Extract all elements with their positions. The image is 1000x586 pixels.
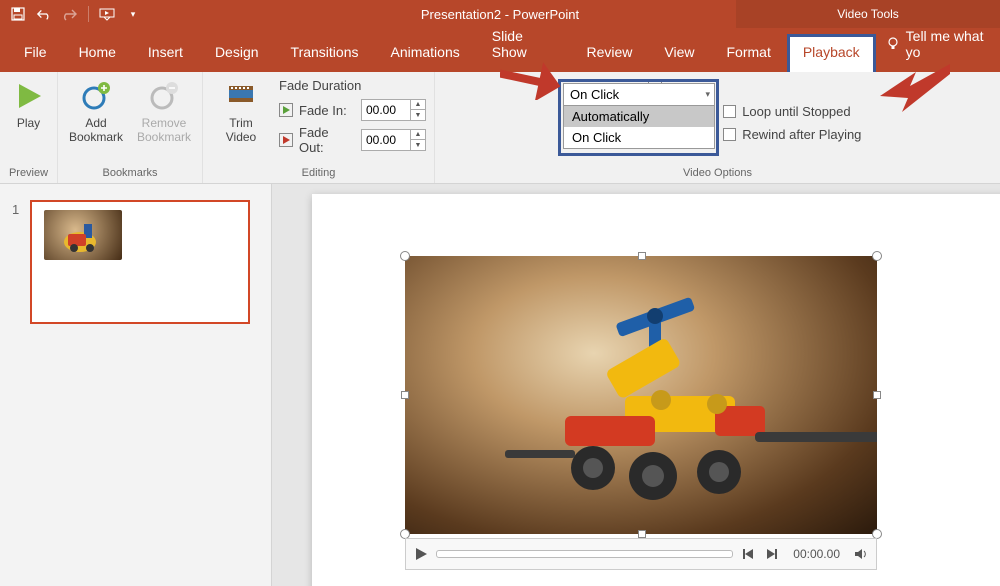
tab-insert[interactable]: Insert bbox=[132, 34, 199, 72]
add-bookmark-button[interactable]: Add Bookmark bbox=[66, 76, 126, 144]
fade-in-play-icon bbox=[279, 103, 293, 117]
tab-home[interactable]: Home bbox=[63, 34, 132, 72]
fade-duration-label: Fade Duration bbox=[279, 78, 361, 93]
fade-out-value[interactable] bbox=[362, 131, 410, 149]
fade-out-play-icon bbox=[279, 133, 293, 147]
group-bookmarks: Add Bookmark Remove Bookmark Bookmarks bbox=[58, 72, 203, 183]
spinner-up-icon[interactable]: ▲ bbox=[411, 100, 425, 110]
play-icon bbox=[13, 80, 45, 112]
spinner-up-icon[interactable]: ▲ bbox=[411, 130, 425, 140]
contextual-tab-header: Video Tools bbox=[736, 0, 1000, 28]
ribbon-tab-strip: File Home Insert Design Transitions Anim… bbox=[0, 28, 1000, 72]
save-icon[interactable] bbox=[10, 6, 26, 22]
group-preview: Play Preview bbox=[0, 72, 58, 183]
video-time: 00:00.00 bbox=[793, 547, 840, 561]
tell-me-label: Tell me what yo bbox=[906, 28, 990, 60]
fade-in-spinner[interactable]: ▲▼ bbox=[361, 99, 426, 121]
start-option-onclick[interactable]: On Click bbox=[564, 127, 714, 148]
tab-format[interactable]: Format bbox=[711, 34, 787, 72]
start-dropdown[interactable]: On Click Automatically On Click bbox=[563, 83, 715, 149]
selection-handle[interactable] bbox=[401, 391, 409, 399]
tab-slideshow[interactable]: Slide Show bbox=[476, 18, 571, 72]
tab-transitions[interactable]: Transitions bbox=[275, 34, 375, 72]
qat-more-icon[interactable]: ▾ bbox=[125, 6, 141, 22]
tell-me-search[interactable]: Tell me what yo bbox=[876, 28, 1000, 72]
slideshow-from-start-icon[interactable] bbox=[99, 6, 115, 22]
loop-until-stopped-checkbox[interactable]: Loop until Stopped bbox=[723, 104, 861, 119]
workspace: 1 bbox=[0, 184, 1000, 586]
video-play-bar[interactable]: 00:00.00 bbox=[405, 538, 877, 570]
quick-access-toolbar: ▾ bbox=[0, 6, 141, 22]
selection-handle[interactable] bbox=[872, 251, 882, 261]
video-progress-track[interactable] bbox=[436, 550, 733, 558]
tab-design[interactable]: Design bbox=[199, 34, 275, 72]
rewind-after-playing-checkbox[interactable]: Rewind after Playing bbox=[723, 127, 861, 142]
add-bookmark-icon bbox=[80, 80, 112, 112]
spinner-down-icon[interactable]: ▼ bbox=[411, 110, 425, 120]
trim-video-button[interactable]: Trim Video bbox=[211, 76, 271, 144]
play-button-icon[interactable] bbox=[412, 545, 430, 563]
start-dropdown-value[interactable]: On Click bbox=[564, 84, 714, 106]
fade-out-spinner[interactable]: ▲▼ bbox=[361, 129, 426, 151]
thumbnail-video-preview bbox=[44, 210, 122, 260]
group-editing: Trim Video Fade Duration Fade In: ▲▼ Fad… bbox=[203, 72, 435, 183]
remove-bookmark-button: Remove Bookmark bbox=[134, 76, 194, 144]
selection-handle[interactable] bbox=[400, 251, 410, 261]
start-option-automatically[interactable]: Automatically bbox=[564, 106, 714, 127]
tab-file[interactable]: File bbox=[8, 34, 63, 72]
remove-bookmark-icon bbox=[148, 80, 180, 112]
thumbnail-number: 1 bbox=[12, 202, 19, 217]
fade-in-label: Fade In: bbox=[299, 103, 355, 118]
redo-icon[interactable] bbox=[62, 6, 78, 22]
slide-canvas[interactable]: 00:00.00 bbox=[272, 184, 1000, 586]
group-video-options: Volume ▼ Start: Play F Hide W bbox=[435, 72, 1000, 183]
tab-view[interactable]: View bbox=[648, 34, 710, 72]
trim-video-icon bbox=[225, 80, 257, 112]
lightbulb-icon bbox=[886, 37, 900, 51]
checkbox-icon bbox=[723, 105, 736, 118]
tab-review[interactable]: Review bbox=[571, 34, 649, 72]
video-object[interactable] bbox=[405, 256, 877, 534]
selection-handle[interactable] bbox=[638, 252, 646, 260]
selection-handle[interactable] bbox=[873, 391, 881, 399]
fade-out-label: Fade Out: bbox=[299, 125, 355, 155]
ribbon: Play Preview Add Bookmark Remove Bookmar… bbox=[0, 72, 1000, 184]
fade-in-value[interactable] bbox=[362, 101, 410, 119]
volume-icon[interactable] bbox=[852, 545, 870, 563]
tab-animations[interactable]: Animations bbox=[374, 34, 475, 72]
checkbox-icon bbox=[723, 128, 736, 141]
selection-handle[interactable] bbox=[638, 530, 646, 538]
slide-1[interactable]: 00:00.00 bbox=[312, 194, 1000, 586]
slide-thumbnail-panel[interactable]: 1 bbox=[0, 184, 272, 586]
tab-playback[interactable]: Playback bbox=[787, 34, 876, 72]
step-forward-icon[interactable] bbox=[763, 545, 781, 563]
undo-icon[interactable] bbox=[36, 6, 52, 22]
step-back-icon[interactable] bbox=[739, 545, 757, 563]
play-button[interactable]: Play bbox=[0, 76, 59, 130]
spinner-down-icon[interactable]: ▼ bbox=[411, 140, 425, 150]
slide-thumbnail-1[interactable] bbox=[30, 200, 250, 324]
